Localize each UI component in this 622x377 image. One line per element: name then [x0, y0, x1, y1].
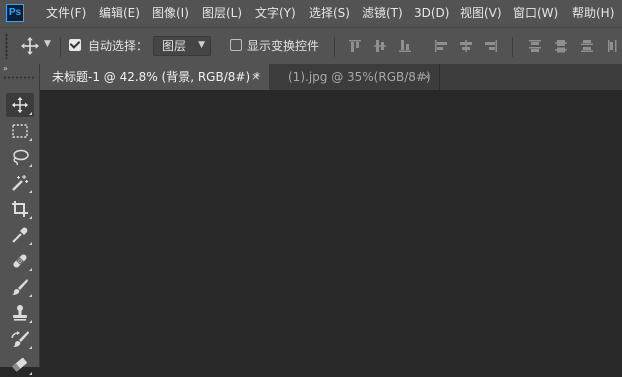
history-brush-icon	[11, 331, 29, 347]
tab-untitled-1[interactable]: 未标题-1 @ 42.8% (背景, RGB/8#) * ×	[40, 64, 269, 90]
tab-title: (1).jpg @ 35%(RGB/8#)	[288, 70, 431, 84]
close-icon[interactable]: ×	[251, 64, 260, 90]
clone-stamp-tool[interactable]	[6, 301, 34, 325]
options-grip[interactable]	[5, 33, 8, 59]
close-icon[interactable]: ×	[422, 64, 431, 90]
bandage-icon	[13, 254, 27, 268]
lasso-tool[interactable]	[6, 145, 34, 169]
crop-icon	[12, 201, 28, 217]
distribute-top-icon[interactable]	[527, 38, 543, 54]
panel-grip[interactable]	[3, 76, 35, 80]
menu-bar: Ps 文件(F) 编辑(E) 图像(I) 图层(L) 文字(Y) 选择(S) 滤…	[0, 0, 622, 27]
separator	[334, 37, 335, 57]
show-transform-checkbox[interactable]	[230, 39, 242, 51]
tab-title: 未标题-1 @ 42.8% (背景, RGB/8#) *	[52, 70, 260, 84]
menu-help[interactable]: 帮助(H)	[572, 0, 614, 27]
eraser-tool[interactable]	[6, 353, 34, 377]
align-top-icon[interactable]	[347, 38, 363, 54]
distribute-vertical-center-icon[interactable]	[553, 38, 569, 54]
healing-brush-tool[interactable]	[6, 249, 34, 273]
eraser-icon	[12, 357, 27, 372]
tools-panel: »	[0, 64, 40, 375]
crop-tool[interactable]	[6, 197, 34, 221]
chevron-down-icon: ▼	[198, 40, 205, 50]
auto-select-target-dropdown[interactable]: 图层 ▼	[153, 36, 211, 56]
menu-select[interactable]: 选择(S)	[309, 0, 350, 27]
marquee-tool[interactable]	[6, 119, 34, 143]
tab-1-jpg[interactable]: (1).jpg @ 35%(RGB/8#) ×	[269, 64, 440, 90]
options-bar: ▼ 自动选择： 图层 ▼ 显示变换控件	[0, 27, 622, 64]
move-tool-icon[interactable]	[20, 36, 40, 56]
menu-type[interactable]: 文字(Y)	[255, 0, 296, 27]
brush-tool[interactable]	[6, 275, 34, 299]
stamp-icon	[13, 305, 27, 321]
distribute-left-icon[interactable]	[606, 38, 622, 54]
menu-3d[interactable]: 3D(D)	[414, 0, 449, 27]
menu-edit[interactable]: 编辑(E)	[99, 0, 140, 27]
photoshop-logo[interactable]: Ps	[6, 4, 24, 22]
align-bottom-icon[interactable]	[397, 38, 413, 54]
menu-file[interactable]: 文件(F)	[46, 0, 86, 27]
align-horizontal-center-icon[interactable]	[458, 38, 474, 54]
align-right-icon[interactable]	[483, 38, 499, 54]
document-tab-strip: 未标题-1 @ 42.8% (背景, RGB/8#) * × (1).jpg @…	[40, 64, 622, 90]
menu-layer[interactable]: 图层(L)	[202, 0, 242, 27]
align-vertical-center-icon[interactable]	[372, 38, 388, 54]
align-left-icon[interactable]	[433, 38, 449, 54]
eyedropper-tool[interactable]	[6, 223, 34, 247]
panel-collapse-icon[interactable]: »	[3, 64, 8, 73]
menu-view[interactable]: 视图(V)	[460, 0, 502, 27]
separator	[60, 37, 61, 57]
menu-filter[interactable]: 滤镜(T)	[362, 0, 403, 27]
distribute-bottom-icon[interactable]	[579, 38, 595, 54]
auto-select-label: 自动选择：	[88, 39, 149, 53]
brush-icon	[12, 279, 28, 295]
magic-wand-tool[interactable]	[6, 171, 34, 195]
auto-select-checkbox[interactable]	[69, 39, 81, 51]
document-canvas[interactable]	[40, 90, 622, 367]
move-tool[interactable]	[6, 93, 34, 117]
lasso-icon	[13, 149, 29, 166]
separator	[512, 37, 513, 57]
menu-window[interactable]: 窗口(W)	[513, 0, 558, 27]
tool-preset-chevron-down-icon[interactable]: ▼	[44, 39, 51, 49]
rectangular-marquee-icon	[12, 124, 28, 138]
history-brush-tool[interactable]	[6, 327, 34, 351]
move-icon	[11, 96, 29, 114]
menu-image[interactable]: 图像(I)	[152, 0, 189, 27]
show-transform-label: 显示变换控件	[247, 39, 320, 53]
eyedropper-icon	[12, 227, 28, 243]
dropdown-value: 图层	[162, 39, 187, 53]
magic-wand-icon	[12, 175, 29, 191]
